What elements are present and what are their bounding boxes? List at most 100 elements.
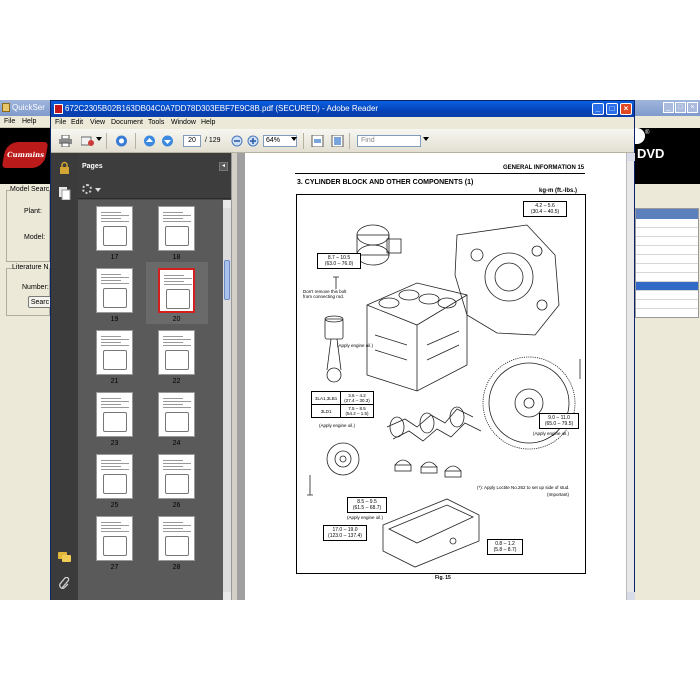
page-thumbnail[interactable] (158, 268, 195, 313)
list-item[interactable] (636, 300, 698, 309)
menu-window[interactable]: Window (171, 119, 196, 126)
gear-icon[interactable] (82, 184, 92, 194)
scroll-down-arrow-icon[interactable] (627, 592, 635, 600)
dvd-banner-text: DVD (637, 146, 665, 161)
thumbnail-text-line (101, 221, 129, 222)
scroll-down-arrow-icon[interactable] (223, 592, 231, 600)
list-item[interactable] (636, 255, 698, 264)
find-dropdown-icon[interactable] (423, 137, 429, 141)
print-icon[interactable] (59, 135, 72, 147)
page-thumbnail-label: 17 (110, 254, 119, 261)
list-item[interactable] (636, 246, 698, 255)
zoom-in-icon[interactable] (247, 135, 260, 147)
list-item[interactable] (636, 219, 698, 228)
comments-icon[interactable] (58, 551, 71, 564)
page-thumbnail-label: 28 (172, 564, 181, 571)
thumbnail-figure (166, 289, 190, 309)
apply-oil-note: (Apply engine oil.) (347, 515, 384, 520)
thumbnail-text-line (164, 284, 192, 285)
thumbnail-text-line (101, 460, 121, 461)
page-thumbnail[interactable] (96, 268, 133, 313)
list-item[interactable] (636, 228, 698, 237)
page-thumbnail[interactable] (96, 392, 133, 437)
close-button[interactable]: × (620, 103, 632, 115)
toolbar-separator (349, 133, 350, 149)
quickserve-menu-file[interactable]: File (4, 118, 15, 125)
maximize-button[interactable]: □ (606, 103, 618, 115)
find-input[interactable]: Find (357, 135, 421, 147)
list-item-selected[interactable] (636, 282, 698, 291)
list-item[interactable] (636, 264, 698, 273)
results-list (635, 208, 699, 318)
list-item[interactable] (636, 237, 698, 246)
menu-help[interactable]: Help (201, 119, 215, 126)
email-icon[interactable] (81, 135, 94, 147)
page-thumbnail[interactable] (158, 516, 195, 561)
page-thumbnail-label: 25 (110, 502, 119, 509)
page-thumbnail[interactable] (96, 206, 133, 251)
quickserve-menu-help[interactable]: Help (22, 118, 36, 125)
quickserve-minimize-button[interactable]: _ (663, 102, 674, 113)
torque-callout: 0.8 – 1.2 (5.8 – 8.7) (487, 539, 523, 555)
menu-view[interactable]: View (90, 119, 105, 126)
menu-edit[interactable]: Edit (71, 119, 83, 126)
document-view: GENERAL INFORMATION 15 3. CYLINDER BLOCK… (237, 153, 626, 600)
thumbnail-text-line (163, 345, 191, 346)
thumbnail-figure (165, 226, 189, 246)
literature-group (6, 268, 50, 316)
scroll-up-arrow-icon[interactable] (223, 200, 231, 208)
page-thumbnail[interactable] (158, 330, 195, 375)
page-thumbnail[interactable] (158, 454, 195, 499)
reader-titlebar: 672C2305B02B163DB04C0A7DD78D303EBF7E9C8B… (51, 101, 634, 117)
page-thumbnail-label: 20 (172, 316, 181, 323)
scroll-thumb[interactable] (224, 260, 230, 300)
list-item[interactable] (636, 291, 698, 300)
thumbnail-figure (165, 350, 189, 370)
quickserve-close-button[interactable]: × (687, 102, 698, 113)
page-thumbnail-label: 21 (110, 378, 119, 385)
collapse-panel-button[interactable]: ◂ (219, 162, 228, 171)
previous-page-icon[interactable] (143, 135, 156, 147)
next-page-icon[interactable] (161, 135, 174, 147)
document-scrollbar[interactable] (626, 153, 635, 600)
thumbnails-scrollbar[interactable] (223, 200, 231, 600)
thumbnail-text-line (101, 339, 129, 340)
share-icon[interactable] (115, 135, 128, 147)
email-dropdown-icon[interactable] (96, 137, 102, 141)
callout-value-imperial: (123.0 – 137.4) (328, 533, 362, 539)
menu-document[interactable]: Document (111, 119, 143, 126)
thumbnail-text-line (101, 407, 129, 408)
pages-icon[interactable] (58, 187, 71, 200)
list-item[interactable] (636, 273, 698, 282)
page-number-input[interactable]: 20 (183, 135, 201, 147)
page-thumbnail[interactable] (96, 516, 133, 561)
lock-icon[interactable] (58, 161, 71, 174)
minimize-button[interactable]: _ (592, 103, 604, 115)
quickserve-window-buttons: _ □ × (663, 102, 698, 113)
thumbnail-text-line (101, 404, 121, 405)
fit-page-icon[interactable] (331, 135, 344, 147)
thumbnail-text-line (163, 401, 191, 402)
page-thumbnail[interactable] (96, 330, 133, 375)
page-thumbnail[interactable] (96, 454, 133, 499)
thumbnail-text-line (163, 466, 183, 467)
thumbnail-text-line (101, 215, 129, 216)
options-dropdown-icon[interactable] (95, 188, 101, 192)
zoom-out-icon[interactable] (231, 135, 244, 147)
pages-panel-title: Pages (82, 163, 103, 170)
thumbnail-text-line (101, 342, 121, 343)
zoom-dropdown-icon[interactable] (291, 137, 297, 141)
cummins-logo: Cummins (1, 142, 49, 168)
bolt-warning-note: Don't remove this bolt from connecting r… (303, 289, 346, 299)
thumbnail-text-line (164, 275, 184, 276)
page-thumbnail[interactable] (158, 206, 195, 251)
scroll-up-arrow-icon[interactable] (627, 153, 635, 161)
menu-tools[interactable]: Tools (148, 119, 164, 126)
menu-file[interactable]: File (55, 119, 66, 126)
fit-width-icon[interactable] (311, 135, 324, 147)
search-button[interactable]: Searc (28, 296, 52, 308)
attachments-icon[interactable] (58, 577, 71, 590)
note-line: from connecting rod. (303, 294, 345, 299)
page-thumbnail[interactable] (158, 392, 195, 437)
quickserve-maximize-button[interactable]: □ (675, 102, 686, 113)
